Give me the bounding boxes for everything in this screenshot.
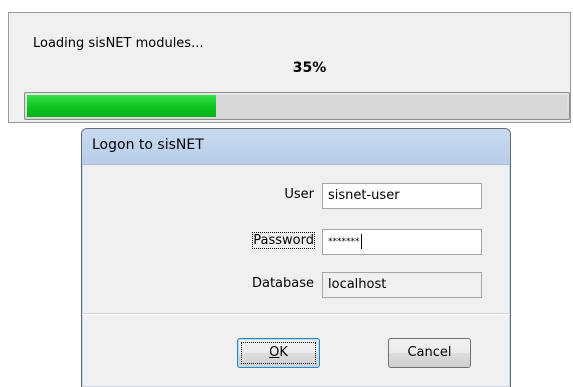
progress-track <box>27 95 567 117</box>
password-label-text: Password <box>252 232 315 249</box>
logon-dialog: Logon to sisNET User sisnet-user Passwor… <box>81 128 511 387</box>
progress-fill <box>27 95 216 117</box>
ok-mnemonic: O <box>269 345 280 360</box>
cancel-button[interactable]: Cancel <box>388 338 471 368</box>
password-mask: ******* <box>328 237 360 247</box>
dialog-titlebar[interactable]: Logon to sisNET <box>82 129 510 165</box>
user-label: User <box>284 187 314 202</box>
dialog-title: Logon to sisNET <box>92 137 204 153</box>
ok-label-rest: K <box>279 345 288 360</box>
database-field: localhost <box>322 272 482 298</box>
user-input[interactable]: sisnet-user <box>322 183 482 209</box>
loading-message: Loading sisNET modules... <box>33 36 204 51</box>
password-input[interactable]: ******* <box>322 229 482 255</box>
loading-progress-bar <box>24 92 570 120</box>
ok-button[interactable]: OK <box>237 338 320 368</box>
database-label: Database <box>251 276 314 291</box>
loading-splash: Loading sisNET modules... 35% <box>8 12 571 123</box>
password-label: Password <box>252 232 315 249</box>
loading-percent: 35% <box>292 60 327 76</box>
dialog-separator <box>82 313 510 315</box>
